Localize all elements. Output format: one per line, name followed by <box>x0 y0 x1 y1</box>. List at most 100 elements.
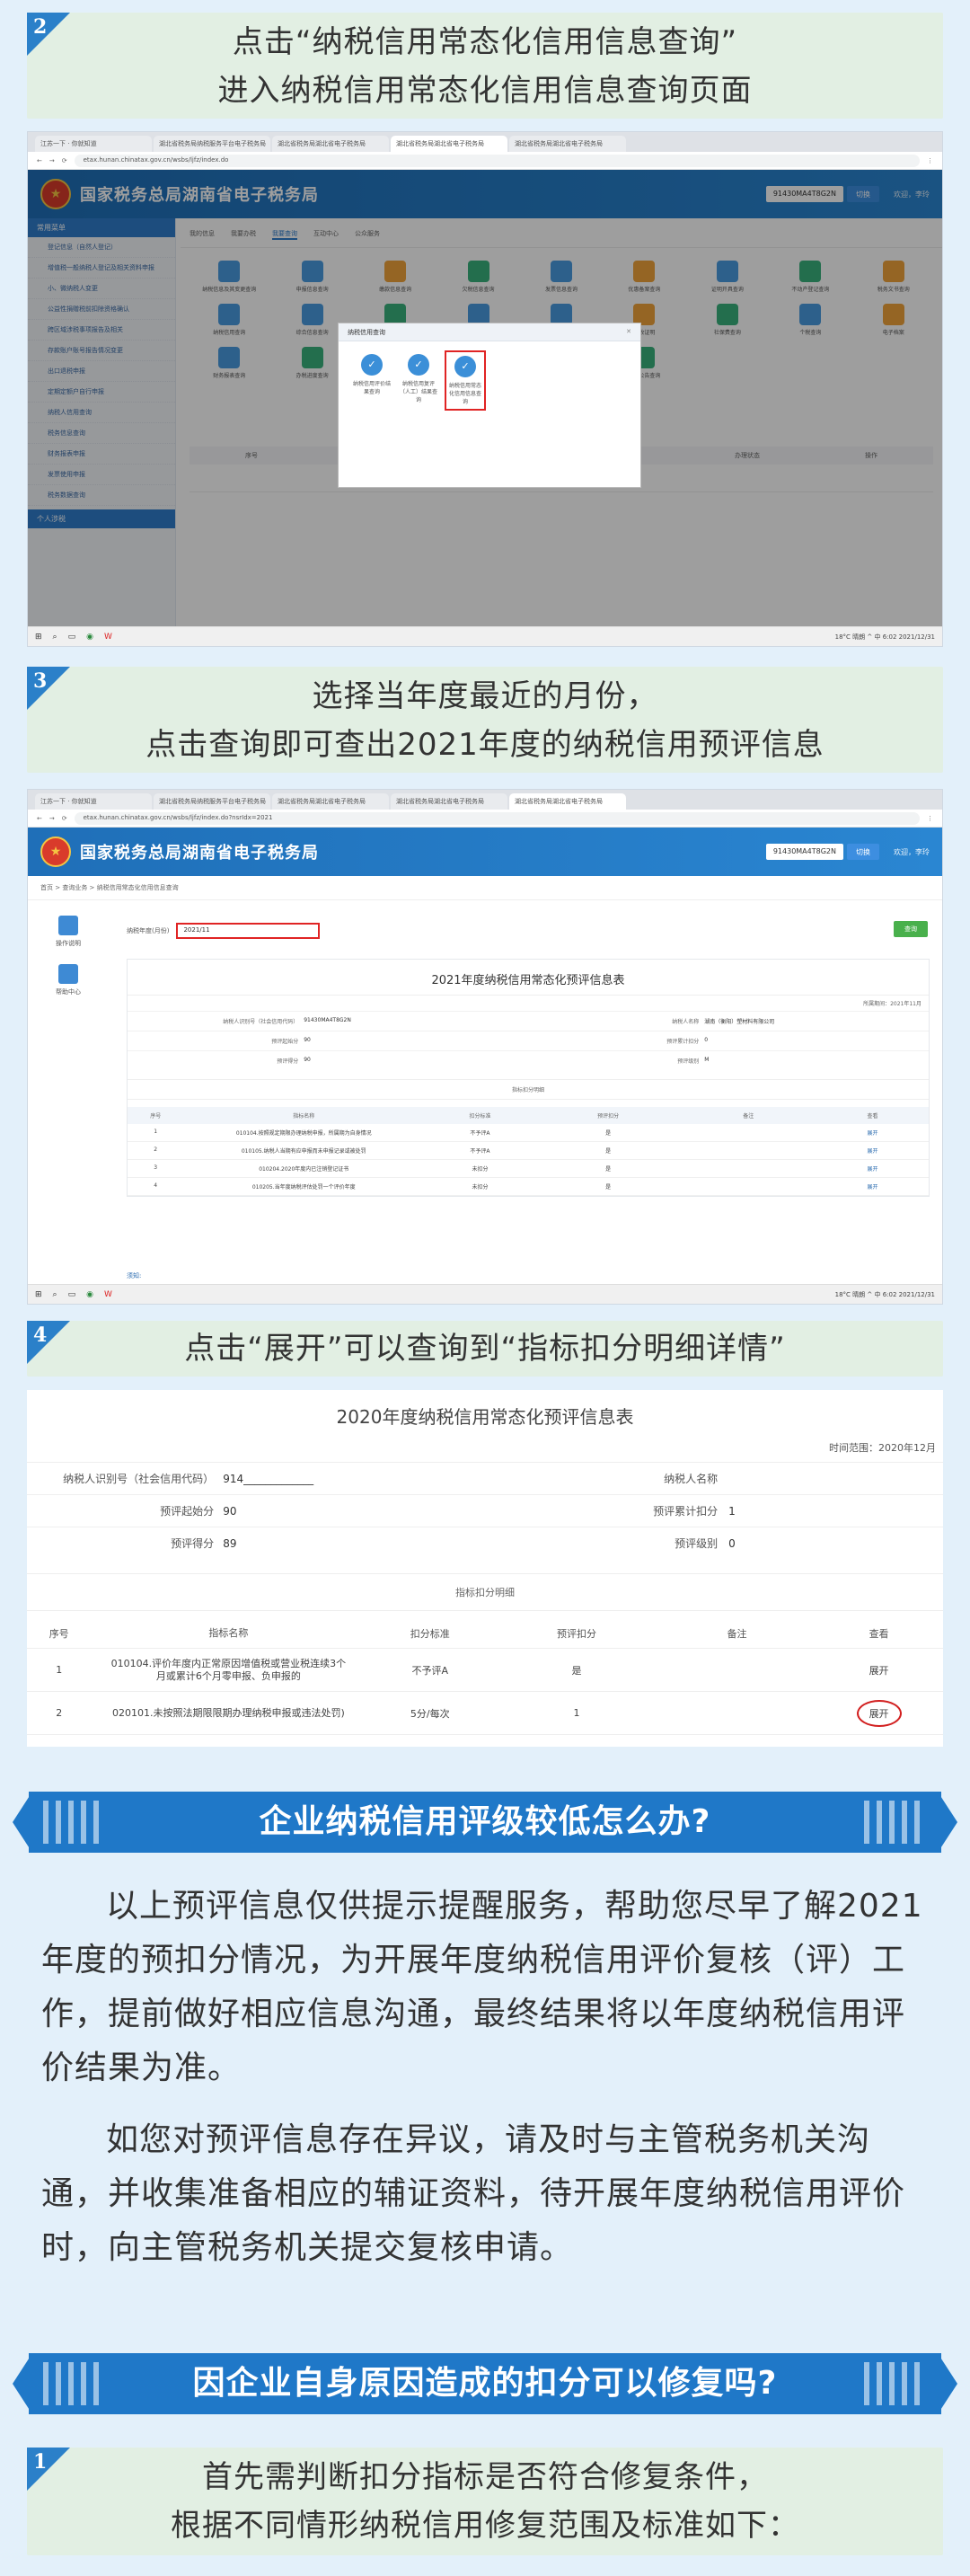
regular-credit-info-option[interactable]: ✓ 纳税信用常态化信用信息查询 <box>445 350 486 411</box>
info-value: 1 <box>728 1504 736 1518</box>
url-input[interactable]: etax.hunan.chinatax.gov.cn/wsbs/ljfz/ind… <box>74 811 920 825</box>
column-header: 查看 <box>867 1113 878 1120</box>
info-label: 预评得分 <box>171 1537 215 1550</box>
month-select[interactable]: 2021/11 <box>176 923 321 939</box>
table-cell: 1 <box>56 1664 63 1676</box>
info-label: 预评起始分 <box>271 1039 299 1045</box>
credit-evaluation-result-option[interactable]: ✓ 纳税信用评价结果查询 <box>351 350 392 411</box>
step-line-1: 点击“展开”可以查询到“指标扣分明细详情” <box>184 1331 786 1367</box>
wps-icon[interactable]: W <box>104 633 112 642</box>
forward-icon[interactable]: → <box>49 815 55 822</box>
back-icon[interactable]: ← <box>37 157 42 164</box>
reload-icon[interactable]: ⟳ <box>62 815 67 822</box>
info-label: 纳税人识别号（社会信用代码） <box>63 1473 215 1485</box>
expand-link[interactable]: 展开 <box>869 1665 889 1677</box>
info-value: 0 <box>728 1536 736 1550</box>
period-text: 时间范围：2020年12月 <box>829 1442 936 1454</box>
browser-tab[interactable]: 湖北省税务局湖北省电子税务局 <box>272 793 389 810</box>
browser-tab[interactable]: 湖北省税务局纳税服务平台电子税务局 <box>154 136 270 152</box>
paragraph-objection: 如您对预评信息存在异议，请及时与主管税务机关沟通，并收集准备相应的辅证资料，待开… <box>41 2121 906 2266</box>
menu-icon[interactable]: ⋮ <box>927 157 933 164</box>
search-icon[interactable]: ⌕ <box>53 633 57 642</box>
table-title: 2020年度纳税信用常态化预评信息表 <box>336 1406 634 1428</box>
step-line-2: 根据不同情形纳税信用修复范围及标准如下： <box>171 2508 799 2544</box>
step-1-banner: 1 首先需判断扣分指标是否符合修复条件， 根据不同情形纳税信用修复范围及标准如下… <box>27 2448 943 2555</box>
browser-tab[interactable]: 湖北省税务局纳税服务平台电子税务局 <box>154 793 270 810</box>
info-row: 预评得分 90 预评级别 M <box>128 1050 929 1070</box>
table-cell: 1 <box>573 1707 580 1719</box>
task-view-icon[interactable]: ▭ <box>68 1290 76 1299</box>
wps-icon[interactable]: W <box>104 1290 112 1299</box>
info-value: 91430MA4T8G2N <box>304 1017 351 1023</box>
dialog-options: ✓ 纳税信用评价结果查询 ✓ 纳税信用复评（人工）结果查询 ✓ 纳税信用常态化信… <box>339 341 640 420</box>
section-title: 因企业自身原因造成的扣分可以修复吗? <box>192 2365 778 2402</box>
browser-address-bar: ← → ⟳ etax.hunan.chinatax.gov.cn/wsbs/lj… <box>28 810 942 828</box>
table-cell: 是 <box>605 1184 612 1191</box>
info-label: 预评累计扣分 <box>666 1039 700 1045</box>
query-button[interactable]: 查询 <box>894 921 928 937</box>
detail-table-header: 序号 指标名称 扣分标准 预评扣分 备注 查看 <box>27 1618 943 1649</box>
browser-tabs: 江苏一下 · 你就知道 湖北省税务局纳税服务平台电子税务局 湖北省税务局湖北省电… <box>28 790 942 810</box>
task-view-icon[interactable]: ▭ <box>68 633 76 642</box>
close-icon[interactable]: ✕ <box>626 328 631 336</box>
browser-icon[interactable]: ◉ <box>86 1290 93 1299</box>
table-cell: 是 <box>605 1148 612 1155</box>
credit-query-dialog: 纳税信用查询 ✕ ✓ 纳税信用评价结果查询 ✓ 纳税信用复评（人工）结果查询 ✓… <box>338 323 641 488</box>
table-cell: 未扣分 <box>472 1184 489 1191</box>
taxpayer-id-field[interactable]: 91430MA4T8G2N <box>765 844 843 860</box>
section-title: 企业纳税信用评级较低怎么办? <box>259 1803 711 1840</box>
expand-link[interactable]: 展开 <box>816 1146 929 1155</box>
search-icon[interactable]: ⌕ <box>53 1290 57 1299</box>
windows-start-icon[interactable]: ⊞ <box>35 1290 42 1299</box>
expand-link[interactable]: 展开 <box>856 1699 902 1727</box>
reload-icon[interactable]: ⟳ <box>62 157 67 164</box>
back-icon[interactable]: ← <box>37 815 42 822</box>
table-row: 1 010104.评价年度内正常原因增值税或营业税连续3个月或累计6个月零申报、负… <box>27 1649 943 1692</box>
table-cell: 是 <box>605 1130 612 1137</box>
switch-button[interactable]: 切换 <box>847 844 879 860</box>
info-value: M <box>704 1057 710 1063</box>
browser-icon[interactable]: ◉ <box>86 633 93 642</box>
user-greeting[interactable]: 欢迎，李玲 <box>894 847 930 857</box>
column-header: 备注 <box>743 1113 754 1120</box>
detail-table-body: 1 010104.按照规定期限办理纳税申报，所属期为自身情况 不予评A 是展开 2 010… <box>128 1124 929 1196</box>
browser-tab[interactable]: 江苏一下 · 你就知道 <box>35 136 152 152</box>
expand-link[interactable]: 展开 <box>816 1164 929 1173</box>
detail-subtitle: 指标扣分明细 <box>27 1573 943 1611</box>
column-header: 序号 <box>150 1113 162 1120</box>
card-title: 2021年度纳税信用常态化预评信息表 <box>128 960 929 996</box>
browser-tab[interactable]: 湖北省税务局湖北省电子税务局 <box>272 136 389 152</box>
column-header: 扣分标准 <box>469 1113 491 1120</box>
info-row: 预评起始分 90 预评累计扣分 0 <box>128 1031 929 1050</box>
expand-link[interactable]: 展开 <box>816 1129 929 1137</box>
shield-icon: ✓ <box>408 354 429 376</box>
site-title: 国家税务总局湖南省电子税务局 <box>80 844 319 863</box>
forward-icon[interactable]: → <box>49 157 55 164</box>
breadcrumb: 首页 > 查询业务 > 纳税信用常态化信用信息查询 <box>28 876 942 900</box>
browser-tab[interactable]: 湖北省税务局湖北省电子税务局 <box>509 136 626 152</box>
browser-tab[interactable]: 湖北省税务局湖北省电子税务局 <box>391 793 507 810</box>
credit-review-result-option[interactable]: ✓ 纳税信用复评（人工）结果查询 <box>398 350 439 411</box>
view-cell: 展开 <box>815 1699 943 1727</box>
windows-start-icon[interactable]: ⊞ <box>35 633 42 642</box>
browser-tab-active[interactable]: 湖北省税务局湖北省电子税务局 <box>509 793 626 810</box>
expand-link[interactable]: 展开 <box>816 1182 929 1191</box>
table-cell: 010104.评价年度内正常原因增值税或营业税连续3个月或累计6个月零申报、负申… <box>110 1657 347 1682</box>
browser-tab-active[interactable]: 湖北省税务局湖北省电子税务局 <box>391 136 507 152</box>
shield-icon: ✓ <box>361 354 383 376</box>
info-label: 纳税人名称 <box>664 1473 719 1485</box>
info-label: 预评累计扣分 <box>653 1505 719 1518</box>
info-label: 纳税人名称 <box>672 1019 700 1025</box>
table-row: 2 020101.未按照法期限限期办理纳税申报或违法处罚) 5分/每次 1 展开 <box>27 1692 943 1735</box>
help-center-link[interactable]: 帮助中心 <box>28 964 109 996</box>
windows-taskbar: ⊞ ⌕ ▭ ◉ W 18°C 晴朗 ^ 中 6:02 2021/12/31 <box>28 1284 942 1304</box>
menu-icon[interactable]: ⋮ <box>927 815 933 822</box>
table-cell: 未扣分 <box>472 1166 489 1173</box>
operation-guide-link[interactable]: 操作说明 <box>28 916 109 948</box>
browser-tab[interactable]: 江苏一下 · 你就知道 <box>35 793 152 810</box>
detail-table-body: 1 010104.评价年度内正常原因增值税或营业税连续3个月或累计6个月零申报、负… <box>27 1649 943 1735</box>
table-cell: 3 <box>154 1164 158 1171</box>
info-row: 纳税人识别号（社会信用代码） 914_____________ 纳税人名称 <box>27 1462 943 1494</box>
url-input[interactable]: etax.hunan.chinatax.gov.cn/wsbs/ljfz/ind… <box>74 154 920 167</box>
table-cell: 4 <box>154 1182 158 1189</box>
